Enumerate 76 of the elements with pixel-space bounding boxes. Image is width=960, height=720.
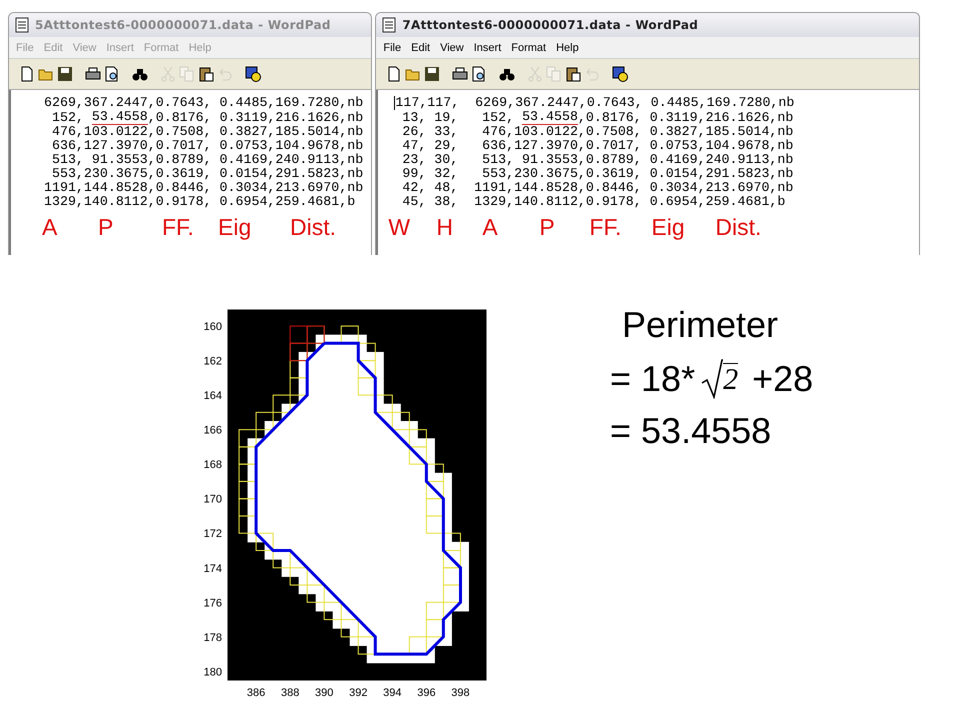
column-label: A	[42, 215, 58, 239]
data-line: 1191,144.8528,0.8446, 0.3034,213.6970,nb	[44, 181, 364, 195]
axis-tick-label: 392	[349, 687, 368, 699]
column-label: P	[98, 215, 114, 239]
window-title: 5Atttontest6-0000000071.data - WordPad	[35, 18, 331, 32]
axis-tick-label: 162	[204, 356, 222, 368]
axis-tick-label: 164	[204, 390, 222, 402]
column-label: Dist.	[290, 215, 336, 239]
axis-tick-label: 396	[417, 687, 436, 699]
formula-text: +28	[752, 357, 814, 401]
square-root-icon	[701, 359, 724, 399]
clipboard-icon[interactable]	[198, 66, 214, 82]
axis-tick-label: 166	[204, 424, 222, 437]
magnifier-page-icon[interactable]	[471, 66, 488, 82]
printer-icon[interactable]	[85, 66, 101, 82]
axis-tick-label: 180	[204, 666, 222, 678]
axis-tick-label: 178	[204, 632, 222, 644]
data-line: 45, 38, 1329,140.8112,0.9178, 0.6954,259.4681,b	[401, 195, 786, 209]
clipboard-icon[interactable]	[565, 66, 582, 82]
radicand: 2	[723, 362, 738, 396]
column-label: A	[482, 215, 498, 239]
menu-item[interactable]: Insert	[468, 42, 506, 54]
axis-tick-label: 176	[204, 597, 222, 610]
column-label: Eig	[651, 215, 685, 239]
data-line: 6269,367.2447,0.7643, 0.4485,169.7280,nb	[44, 96, 364, 110]
column-label: P	[539, 215, 555, 239]
data-line: 23, 30, 513, 91.3553,0.8789, 0.4169,240.9113,nb	[401, 153, 794, 167]
document-text-area[interactable]	[9, 90, 372, 255]
blank-page-icon[interactable]	[19, 66, 35, 82]
axis-tick-label: 394	[383, 687, 402, 699]
data-line: 26, 33, 476,103.0122,0.7508, 0.3827,185.5014,nb	[401, 125, 794, 139]
binoculars-icon[interactable]	[132, 66, 148, 82]
column-label: Dist.	[715, 215, 762, 239]
binoculars-icon[interactable]	[499, 66, 516, 82]
column-label: FF.	[589, 215, 622, 239]
data-line: 117,117, 6269,367.2447,0.7643, 0.4485,169.7280,nb	[394, 96, 796, 110]
data-line: 553,230.3675,0.3619, 0.0154,291.5823,nb	[50, 167, 364, 181]
calendar-clock-icon[interactable]	[245, 66, 261, 82]
formula-text: = 18*	[610, 357, 696, 401]
data-line: 636,127.3970,0.7017, 0.0753,104.9678,nb	[50, 139, 364, 153]
data-line: 99, 32, 553,230.3675,0.3619, 0.0154,291.5823,nb	[401, 167, 794, 181]
axis-tick-label: 170	[204, 494, 222, 506]
axis-tick-label: 390	[315, 687, 334, 699]
perimeter-heading: Perimeter	[622, 305, 780, 345]
menu-item[interactable]: View	[435, 42, 469, 54]
column-label: H	[436, 215, 454, 239]
data-line: 152, 53.4558,0.8176, 0.3119,216.1626,nb	[50, 110, 364, 125]
window-title: 7Atttontest6-0000000071.data - WordPad	[402, 18, 698, 32]
data-line: 476,103.0122,0.7508, 0.3827,185.5014,nb	[50, 125, 364, 139]
axis-tick-label: 172	[204, 528, 222, 540]
document-text-area[interactable]	[376, 90, 919, 255]
axis-tick-label: 168	[204, 459, 222, 472]
data-line: 47, 29, 636,127.3970,0.7017, 0.0753,104.9678,nb	[401, 139, 794, 153]
calendar-clock-icon[interactable]	[612, 66, 628, 82]
column-label: Eig	[218, 215, 252, 239]
menu-item[interactable]: Edit	[406, 42, 436, 54]
data-line: 42, 48, 1191,144.8528,0.8446, 0.3034,213.6970,nb	[401, 181, 794, 195]
magnifier-page-icon[interactable]	[104, 66, 120, 82]
axis-tick-label: 174	[204, 562, 222, 575]
column-label: W	[388, 215, 410, 239]
menu-item[interactable]: File	[378, 42, 406, 54]
data-line: 513, 91.3553,0.8789, 0.4169,240.9113,nb	[50, 153, 364, 167]
printer-icon[interactable]	[452, 66, 468, 82]
menu-item[interactable]: Help	[551, 42, 584, 54]
axis-tick-label: 398	[451, 687, 470, 699]
axis-tick-label: 386	[246, 687, 266, 699]
data-line: 13, 19, 152, 53.4558,0.8176, 0.3119,216.1626,nb	[401, 110, 794, 125]
axis-tick-label: 160	[204, 321, 222, 334]
blank-page-icon[interactable]	[386, 66, 402, 82]
document-icon	[15, 17, 29, 33]
axis-tick-label: 388	[280, 687, 300, 699]
data-line: 1329,140.8112,0.9178, 0.6954,259.4681,b	[44, 195, 356, 209]
column-label: FF.	[162, 215, 194, 239]
menu-item[interactable]: Format	[506, 42, 552, 54]
formula-result: = 53.4558	[610, 409, 772, 453]
document-icon	[382, 17, 396, 33]
